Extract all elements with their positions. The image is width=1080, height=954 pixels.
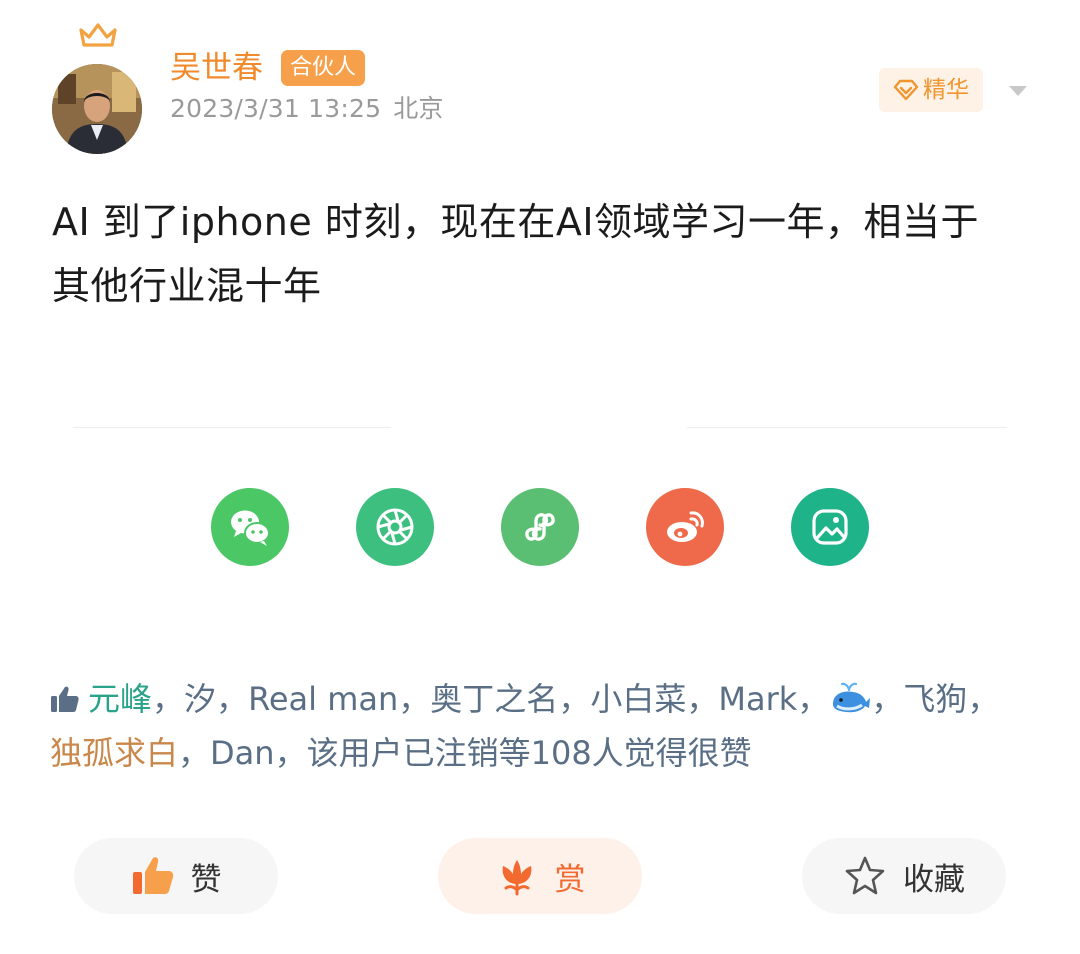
separator: ， [274,734,307,772]
mini-program-icon [525,513,555,541]
share-moments-button[interactable] [356,488,434,566]
separator: ， [871,680,904,718]
whale-emoji-icon[interactable] [829,680,871,716]
liker-name[interactable]: 小白菜 [590,680,686,718]
avatar[interactable] [52,64,142,154]
post-date: 2023/3/31 13:25 [170,94,382,123]
separator: ， [797,680,830,718]
favorite-button[interactable]: 收藏 [802,838,1006,914]
author-name[interactable]: 吴世春 [170,48,263,88]
liker-name[interactable]: Dan [210,734,275,772]
post-text: AI 到了iphone 时刻，现在在AI领域学习一年，相当于其他行业混十年 [52,200,980,308]
separator: ， [558,680,591,718]
essence-badge: 精华 [879,68,983,112]
moments-icon [376,508,414,546]
divider-left [73,427,391,428]
divider-right [687,427,1007,428]
share-weibo-button[interactable] [646,488,724,566]
post-location: 北京 [393,94,444,123]
avatar-container[interactable] [50,22,146,154]
liker-name[interactable]: 独孤求白 [50,734,178,772]
album-icon [812,509,848,545]
favorite-label: 收藏 [903,861,965,898]
share-wechat-button[interactable] [211,488,289,566]
like-button[interactable]: 赞 [74,838,278,914]
share-album-button[interactable] [791,488,869,566]
liker-name[interactable]: Mark [718,680,797,718]
separator: ， [178,734,211,772]
like-label: 赞 [190,861,222,898]
liker-name[interactable]: 该用户已注销 [307,734,499,772]
liker-name[interactable]: 汐 [184,680,216,718]
reward-button[interactable]: 赏 [438,838,642,914]
liker-name[interactable]: 飞狗 [903,680,967,718]
separator: ， [398,680,431,718]
liker-name[interactable]: 元峰 [88,680,152,718]
separator: ， [216,680,249,718]
crown-icon [79,23,117,47]
diamond-icon [893,79,919,101]
separator: ， [152,680,185,718]
likes-list: 元峰，汐，Real man，奥丁之名，小白菜，Mark， ，飞狗，独孤求白，Dan… [50,672,1030,780]
weibo-icon [667,511,704,542]
essence-label: 精华 [923,77,969,103]
star-icon [845,856,885,895]
post-meta: 2023/3/31 13:25 北京 [170,92,444,126]
separator: ， [967,680,1000,718]
role-badge: 合伙人 [281,50,366,86]
share-mini-program-button[interactable] [501,488,579,566]
liker-name[interactable]: Real man [248,680,398,718]
thumbs-up-icon [132,857,173,894]
liker-name[interactable]: 奥丁之名 [430,680,558,718]
chevron-down-icon[interactable] [1007,84,1029,98]
likes-summary: 等108人觉得很赞 [498,734,752,772]
separator: ， [686,680,719,718]
thumbs-up-icon [51,686,79,712]
wechat-icon [231,510,270,546]
flower-icon [502,860,531,896]
reward-label: 赏 [554,861,586,898]
